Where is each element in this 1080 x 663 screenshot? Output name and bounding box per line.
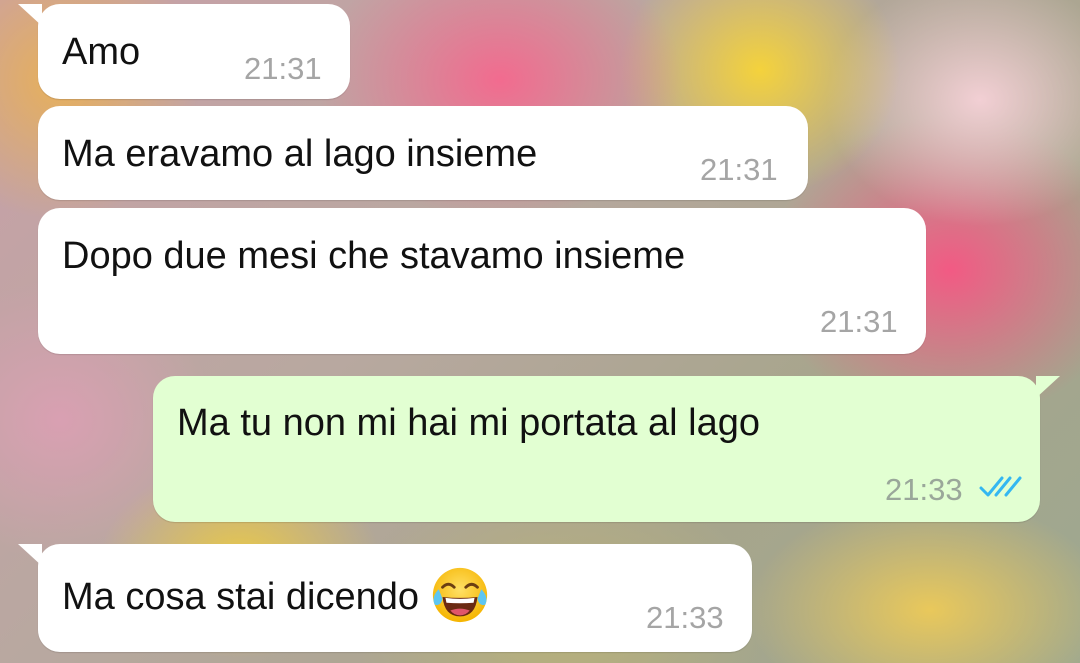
message-bubble-incoming[interactable]: Ma cosa stai dicendo 21:33 [18, 544, 752, 652]
message-bubble-incoming[interactable]: Ma eravamo al lago insieme 21:31 [38, 106, 808, 200]
face-with-tears-of-joy-icon [432, 567, 488, 623]
message-text: Ma cosa stai dicendo [62, 576, 419, 619]
double-check-read-icon [979, 476, 1022, 497]
message-timestamp: 21:31 [700, 152, 778, 187]
message-text: Ma tu non mi hai mi portata al lago [177, 402, 760, 444]
message-text-row: Ma cosa stai dicendo [62, 567, 491, 626]
message-timestamp: 21:33 [646, 600, 724, 635]
message-bubble-outgoing[interactable]: Ma tu non mi hai mi portata al lago 21:3… [153, 376, 1060, 522]
message-text: Ma eravamo al lago insieme [62, 133, 538, 175]
message-bubble-incoming[interactable]: Amo 21:31 [18, 4, 350, 99]
chat-screen: { "colors": { "incoming_bubble": "#fffff… [0, 0, 1080, 663]
message-text: Amo [62, 31, 141, 73]
message-timestamp: 21:31 [244, 51, 322, 86]
message-text: Dopo due mesi che stavamo insieme [62, 235, 686, 277]
message-bubble-incoming[interactable]: Dopo due mesi che stavamo insieme 21:31 [38, 208, 926, 354]
message-timestamp: 21:33 [885, 472, 963, 507]
message-timestamp: 21:31 [820, 304, 898, 339]
